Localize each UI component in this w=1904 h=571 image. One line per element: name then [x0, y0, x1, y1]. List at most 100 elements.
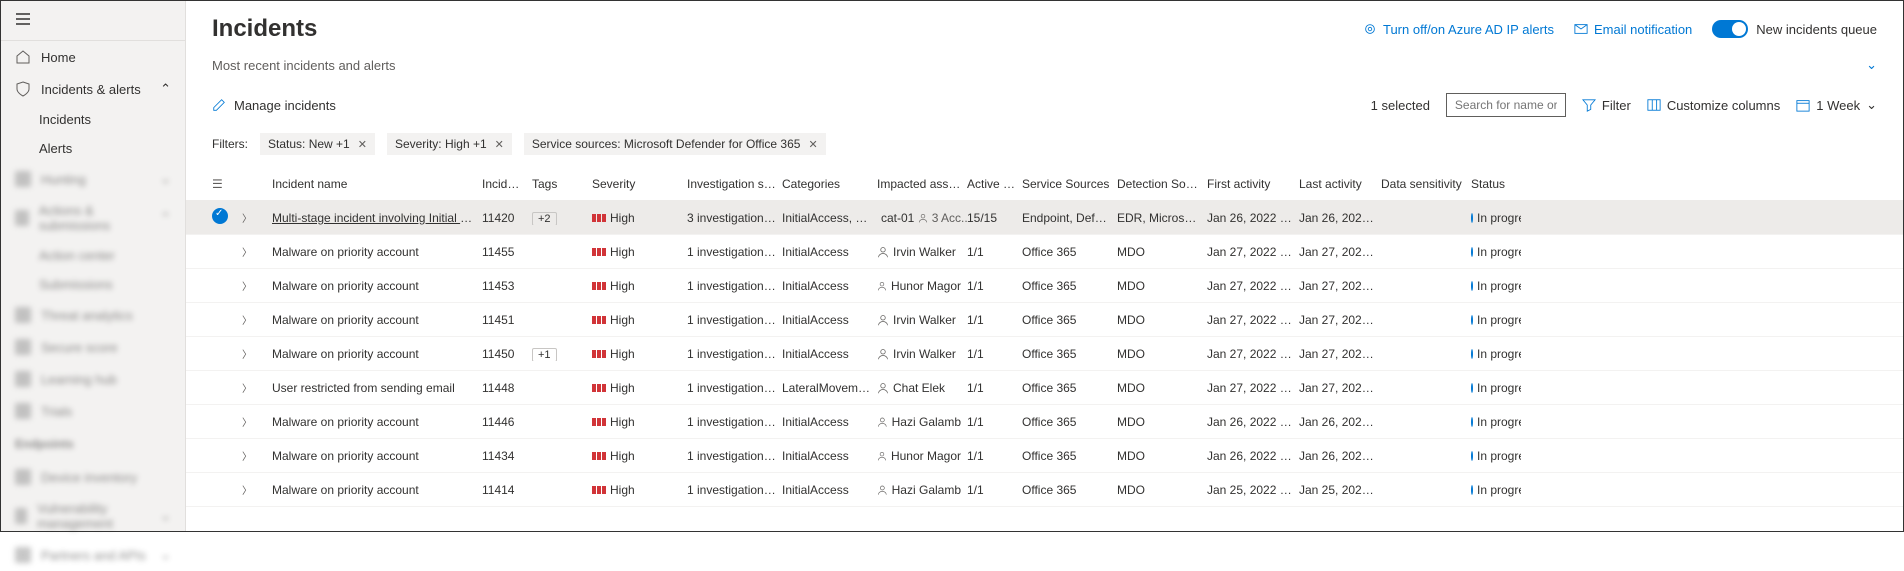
column-picker-icon[interactable]: ☰	[212, 177, 223, 191]
incident-name: Malware on priority account	[272, 449, 419, 463]
expand-row-icon[interactable]: 〉	[242, 486, 252, 497]
categories: InitialAccess	[782, 415, 877, 429]
impacted-asset: Hazi Galamb	[877, 415, 961, 429]
incident-name: Malware on priority account	[272, 279, 419, 293]
active-alerts: 1/1	[967, 279, 1022, 293]
investigation-state: 1 investigation states	[687, 313, 782, 327]
incident-name: Malware on priority account	[272, 245, 419, 259]
incident-id: 11453	[482, 279, 532, 293]
col-investigation[interactable]: Investigation state	[687, 177, 782, 191]
expand-row-icon[interactable]: 〉	[242, 418, 252, 429]
close-icon[interactable]: ✕	[358, 138, 367, 151]
date-range-button[interactable]: 1 Week ⌄	[1796, 97, 1877, 113]
incident-id: 11446	[482, 415, 532, 429]
incident-id: 11448	[482, 381, 532, 395]
table-row[interactable]: 〉Malware on priority account11451High1 i…	[186, 303, 1903, 337]
impacted-asset: Hunor Magor	[877, 449, 961, 463]
close-icon[interactable]: ✕	[495, 138, 504, 151]
col-alerts[interactable]: Active alerts ↓	[967, 177, 1022, 191]
filter-chip-status[interactable]: Status: New +1✕	[260, 133, 375, 155]
severity-icon	[592, 214, 606, 222]
detection-sources: MDO	[1117, 245, 1207, 259]
incident-name: Malware on priority account	[272, 313, 419, 327]
categories: InitialAccess, Persist...	[782, 211, 877, 225]
col-tags[interactable]: Tags	[532, 177, 592, 191]
impacted-asset: Irvin Walker	[877, 313, 961, 327]
col-name[interactable]: Incident name	[272, 177, 482, 191]
close-icon[interactable]: ✕	[808, 138, 817, 151]
severity-cell: High	[592, 347, 681, 361]
last-activity: Jan 25, 2022 11:35 PM	[1299, 483, 1381, 497]
main-content: Incidents Turn off/on Azure AD IP alerts…	[186, 1, 1903, 531]
investigation-state: 1 investigation states	[687, 449, 782, 463]
expand-row-icon[interactable]: 〉	[242, 350, 252, 361]
shield-icon	[15, 81, 31, 97]
col-first-activity[interactable]: First activity	[1207, 177, 1299, 191]
table-row[interactable]: 〉Malware on priority account11414High1 i…	[186, 473, 1903, 507]
filter-chip-service[interactable]: Service sources: Microsoft Defender for …	[524, 133, 826, 155]
table-row[interactable]: 〉Malware on priority account11434High1 i…	[186, 439, 1903, 473]
col-last-activity[interactable]: Last activity	[1299, 177, 1381, 191]
expand-row-icon[interactable]: 〉	[242, 214, 252, 225]
first-activity: Jan 27, 2022 1:33 AM	[1207, 381, 1299, 395]
severity-icon	[592, 282, 606, 290]
status-icon	[1471, 247, 1473, 257]
filter-button[interactable]: Filter	[1582, 98, 1631, 113]
categories: LateralMovement	[782, 381, 877, 395]
expand-row-icon[interactable]: 〉	[242, 316, 252, 327]
home-icon	[15, 49, 31, 65]
categories: InitialAccess	[782, 313, 877, 327]
table-row[interactable]: 〉Malware on priority account11455High1 i…	[186, 235, 1903, 269]
expand-row-icon[interactable]: 〉	[242, 248, 252, 259]
expand-row-icon[interactable]: 〉	[242, 384, 252, 395]
new-queue-toggle[interactable]: New incidents queue	[1712, 20, 1877, 38]
email-notification-link[interactable]: Email notification	[1574, 22, 1692, 37]
nav-home[interactable]: Home	[1, 41, 185, 73]
col-data-sensitivity[interactable]: Data sensitivity	[1381, 177, 1471, 191]
table-row[interactable]: 〉 Multi-stage incident involving Initial …	[186, 201, 1903, 235]
manage-incidents-button[interactable]: Manage incidents	[212, 98, 336, 113]
col-severity[interactable]: Severity	[592, 177, 687, 191]
subheader[interactable]: Most recent incidents and alerts ⌄	[186, 51, 1903, 83]
investigation-state: 1 investigation states	[687, 483, 782, 497]
incident-name-link[interactable]: Multi-stage incident involving Initial a…	[272, 211, 482, 225]
col-id[interactable]: Incident Id	[482, 177, 532, 191]
expand-row-icon[interactable]: 〉	[242, 452, 252, 463]
expand-row-icon[interactable]: 〉	[242, 282, 252, 293]
filter-chip-severity[interactable]: Severity: High +1✕	[387, 133, 512, 155]
table-row[interactable]: 〉Malware on priority account11453High1 i…	[186, 269, 1903, 303]
col-status[interactable]: Status	[1471, 177, 1521, 191]
incident-id: 11414	[482, 483, 532, 497]
nav-alerts[interactable]: Alerts	[1, 134, 185, 163]
subheader-text: Most recent incidents and alerts	[212, 58, 396, 73]
status-icon	[1471, 383, 1473, 393]
nav-incidents-alerts[interactable]: Incidents & alerts ⌃	[1, 73, 185, 105]
incidents-table: ☰ Incident name Incident Id Tags Severit…	[186, 167, 1903, 531]
customize-columns-button[interactable]: Customize columns	[1647, 98, 1780, 113]
tag-badge: +2	[532, 212, 557, 225]
severity-icon	[592, 418, 606, 426]
active-alerts: 1/1	[967, 449, 1022, 463]
impacted-asset: Chat Elek	[877, 381, 961, 395]
service-sources: Office 365	[1022, 347, 1117, 361]
table-row[interactable]: 〉Malware on priority account11450+1High1…	[186, 337, 1903, 371]
row-checkbox[interactable]	[212, 208, 228, 224]
categories: InitialAccess	[782, 245, 877, 259]
nav-incidents[interactable]: Incidents	[1, 105, 185, 134]
col-categories[interactable]: Categories	[782, 177, 877, 191]
col-assets[interactable]: Impacted assets	[877, 177, 967, 191]
col-detection-sources[interactable]: Detection Sources	[1117, 177, 1207, 191]
last-activity: Jan 27, 2022 5:48 AM	[1299, 313, 1381, 327]
toggle-switch-icon	[1712, 20, 1748, 38]
nav-home-label: Home	[41, 50, 76, 65]
impacted-asset: Irvin Walker	[877, 245, 961, 259]
service-sources: Office 365	[1022, 483, 1117, 497]
table-row[interactable]: 〉Malware on priority account11446High1 i…	[186, 405, 1903, 439]
azure-ad-toggle-link[interactable]: Turn off/on Azure AD IP alerts	[1363, 22, 1554, 37]
severity-cell: High	[592, 415, 681, 429]
search-input[interactable]	[1446, 93, 1566, 117]
col-service-sources[interactable]: Service Sources	[1022, 177, 1117, 191]
hamburger-menu[interactable]	[1, 1, 185, 41]
table-row[interactable]: 〉User restricted from sending email11448…	[186, 371, 1903, 405]
sidebar-blurred-items: Hunting⌄ Actions & submissions⌃ Action c…	[1, 163, 185, 571]
